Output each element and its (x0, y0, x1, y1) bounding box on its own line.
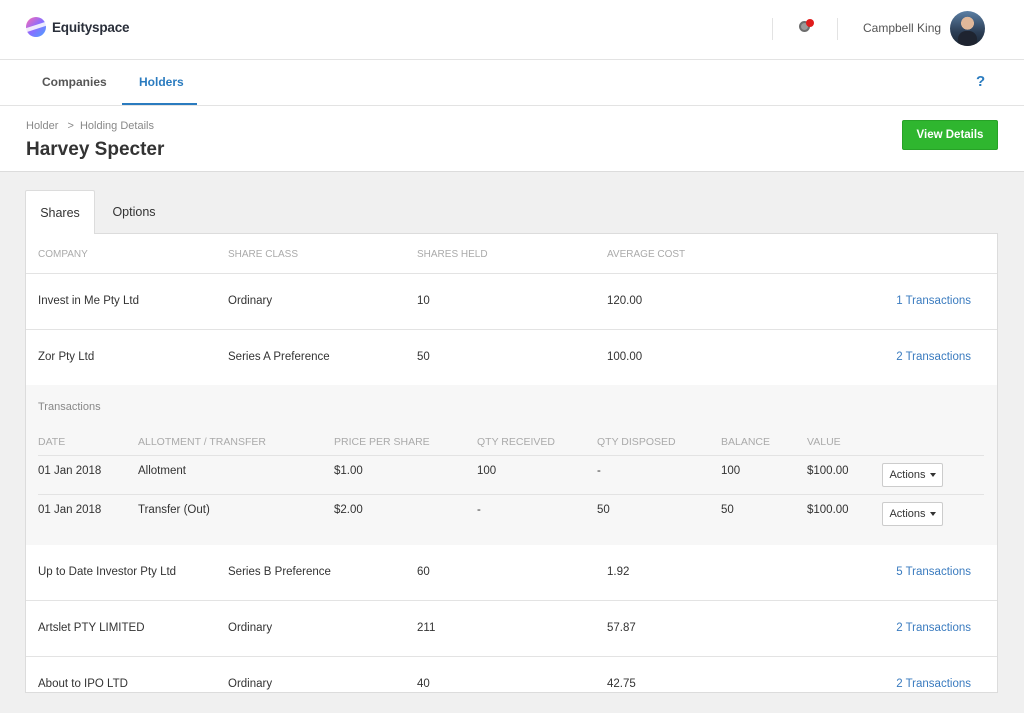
view-details-button[interactable]: View Details (902, 120, 998, 150)
value-cell: $100.00 (807, 465, 849, 477)
divider (38, 494, 984, 495)
user-name[interactable]: Campbell King (863, 21, 941, 35)
date-cell: 01 Jan 2018 (38, 504, 102, 516)
balance-cell: 50 (721, 504, 734, 516)
transactions-link[interactable]: 2 Transactions (896, 678, 971, 690)
caret-down-icon (929, 512, 936, 516)
column-header-allotment-transfer: ALLOTMENT / TRANSFER (138, 436, 266, 448)
page-title: Harvey Specter (26, 139, 165, 160)
actions-label: Actions (889, 469, 926, 481)
column-header-price-per-share: PRICE PER SHARE (334, 436, 430, 448)
value-cell: $100.00 (807, 504, 849, 516)
company-cell: Up to Date Investor Pty Ltd (38, 566, 177, 578)
qty-disposed-cell: 50 (597, 504, 610, 516)
avatar[interactable] (950, 11, 985, 46)
transactions-panel: Transactions DATE ALLOTMENT / TRANSFER P… (26, 385, 997, 545)
column-header-shares-held: SHARES HELD (417, 249, 488, 260)
company-cell: Artslet PTY LIMITED (38, 622, 145, 634)
average-cost-cell: 1.92 (607, 566, 630, 578)
shares-held-cell: 10 (417, 295, 430, 307)
column-header-company: COMPANY (38, 249, 88, 260)
nav-tab-holders[interactable]: Holders (139, 75, 184, 89)
share-class-cell: Ordinary (228, 295, 273, 307)
tab-options[interactable]: Options (100, 190, 168, 234)
table-row: Invest in Me Pty Ltd Ordinary 10 120.00 … (26, 274, 997, 330)
average-cost-cell: 100.00 (607, 351, 643, 363)
help-icon[interactable]: ? (976, 73, 985, 90)
column-header-balance: BALANCE (721, 436, 771, 448)
top-bar: Equityspace Campbell King (0, 0, 1024, 60)
actions-dropdown[interactable]: Actions (882, 502, 943, 526)
actions-label: Actions (889, 508, 926, 520)
divider (38, 455, 984, 456)
logo-icon (26, 17, 46, 37)
company-cell: Zor Pty Ltd (38, 351, 95, 363)
share-class-cell: Series B Preference (228, 566, 331, 578)
column-header-qty-disposed: QTY DISPOSED (597, 436, 676, 448)
share-class-cell: Series A Preference (228, 351, 330, 363)
table-row: About to IPO LTD Ordinary 40 42.75 2 Tra… (26, 657, 997, 713)
allotment-link[interactable]: Allotment (138, 465, 186, 477)
average-cost-cell: 57.87 (607, 622, 636, 634)
shares-held-cell: 211 (417, 622, 436, 634)
transactions-title: Transactions (38, 401, 101, 413)
notification-badge (806, 19, 814, 27)
transactions-link[interactable]: 2 Transactions (896, 622, 971, 634)
qty-received-cell: 100 (477, 465, 497, 477)
divider (837, 18, 838, 40)
qty-disposed-cell: - (597, 465, 601, 477)
transactions-link[interactable]: 5 Transactions (896, 566, 971, 578)
shares-held-cell: 40 (417, 678, 430, 690)
column-header-qty-received: QTY RECEIVED (477, 436, 555, 448)
transfer-out-link[interactable]: Transfer (Out) (138, 504, 210, 516)
page-header: Holder > Holding Details Harvey Specter … (0, 106, 1024, 172)
column-header-date: DATE (38, 436, 66, 448)
logo[interactable]: Equityspace (26, 17, 130, 37)
transactions-link[interactable]: 2 Transactions (896, 351, 971, 363)
average-cost-cell: 120.00 (607, 295, 643, 307)
breadcrumb-holder[interactable]: Holder (26, 120, 58, 132)
price-cell: $1.00 (334, 465, 363, 477)
company-cell: Invest in Me Pty Ltd (38, 295, 139, 307)
date-cell: 01 Jan 2018 (38, 465, 102, 477)
caret-down-icon (929, 473, 936, 477)
logo-text: Equityspace (52, 19, 130, 35)
column-header-share-class: SHARE CLASS (228, 249, 299, 260)
share-class-cell: Ordinary (228, 622, 273, 634)
nav-tab-companies[interactable]: Companies (42, 75, 107, 89)
notification-icon[interactable] (798, 19, 816, 37)
table-row: Artslet PTY LIMITED Ordinary 211 57.87 2… (26, 601, 997, 657)
main-nav: Companies Holders ? (0, 60, 1024, 106)
holdings-table: COMPANY SHARE CLASS SHARES HELD AVERAGE … (25, 233, 998, 693)
share-class-cell: Ordinary (228, 678, 273, 690)
table-row: Zor Pty Ltd Series A Preference 50 100.0… (26, 330, 997, 386)
shares-held-cell: 50 (417, 351, 430, 363)
qty-received-cell: - (477, 504, 481, 516)
transactions-link[interactable]: 1 Transactions (896, 295, 971, 307)
actions-dropdown[interactable]: Actions (882, 463, 943, 487)
column-header-value: VALUE (807, 436, 841, 448)
active-tab-indicator (122, 103, 197, 105)
breadcrumb-separator: > (67, 120, 74, 132)
divider (772, 18, 773, 40)
breadcrumb: Holder > Holding Details (26, 120, 154, 132)
balance-cell: 100 (721, 465, 741, 477)
average-cost-cell: 42.75 (607, 678, 636, 690)
table-header: COMPANY SHARE CLASS SHARES HELD AVERAGE … (26, 234, 997, 274)
company-cell: About to IPO LTD (38, 678, 128, 690)
shares-held-cell: 60 (417, 566, 430, 578)
price-cell: $2.00 (334, 504, 363, 516)
tab-shares[interactable]: Shares (25, 190, 95, 234)
column-header-average-cost: AVERAGE COST (607, 249, 686, 260)
table-row: Up to Date Investor Pty Ltd Series B Pre… (26, 545, 997, 601)
breadcrumb-current: Holding Details (79, 120, 154, 132)
